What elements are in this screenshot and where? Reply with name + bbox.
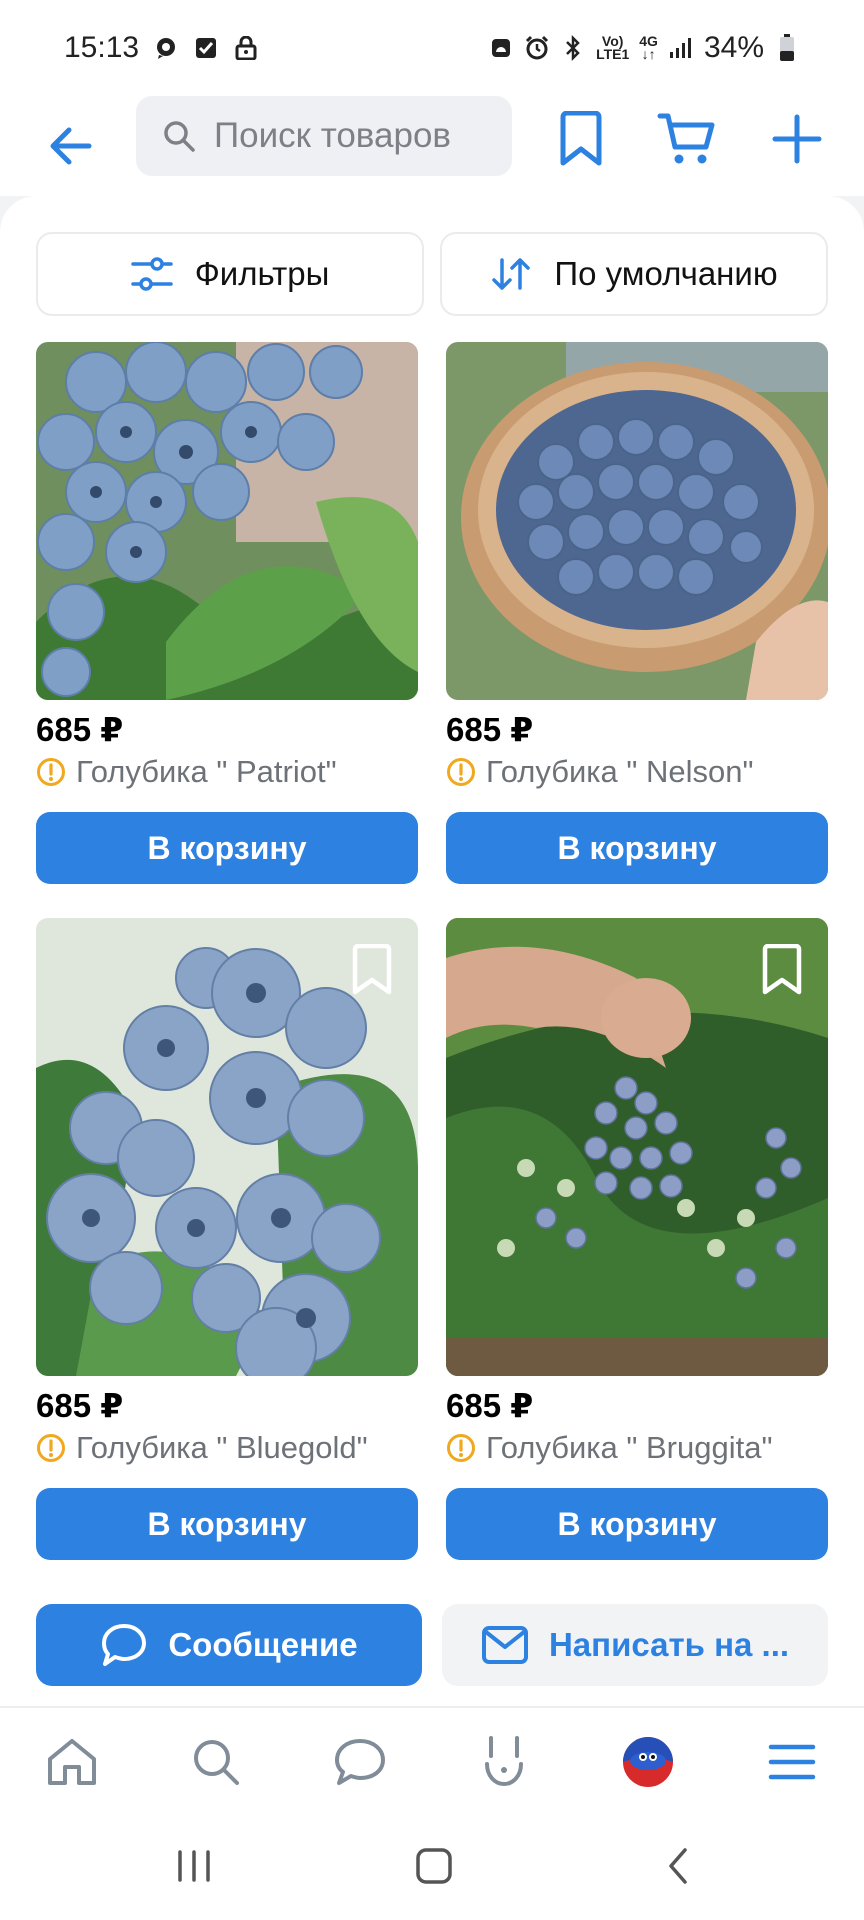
chat-notification-icon xyxy=(153,35,179,61)
bookmark-icon xyxy=(560,111,602,166)
clips-icon xyxy=(485,1736,523,1787)
volte-indicator: Vo) LTE1 xyxy=(596,34,630,62)
alarm-icon xyxy=(524,35,550,61)
product-name: Голубика " Bruggita" xyxy=(486,1430,773,1465)
lock-notification-icon xyxy=(233,35,259,61)
add-to-cart-button[interactable]: В корзину xyxy=(36,812,418,884)
signal-icon xyxy=(668,35,694,61)
product-price: 685 ₽ xyxy=(36,711,124,748)
add-to-cart-button[interactable]: В корзину xyxy=(36,1488,418,1560)
tab-profile[interactable] xyxy=(618,1732,678,1792)
sort-arrows-icon xyxy=(492,258,531,290)
product-price: 685 ₽ xyxy=(446,1387,534,1424)
warning-icon xyxy=(37,758,65,786)
message-button[interactable]: Сообщение xyxy=(36,1604,422,1686)
back-arrow-icon xyxy=(50,127,92,165)
search-input[interactable]: Поиск товаров xyxy=(136,96,512,176)
checkbox-notification-icon xyxy=(193,35,219,61)
cart-button[interactable] xyxy=(654,106,720,172)
product-image[interactable] xyxy=(36,342,418,700)
home-button[interactable] xyxy=(404,1836,464,1896)
android-notification-icon xyxy=(488,35,514,61)
bottom-tab-bar xyxy=(0,1706,864,1814)
product-card[interactable]: 685 ₽ Голубика " Bruggita" В корзину xyxy=(446,918,828,1560)
product-image[interactable] xyxy=(36,918,418,1376)
filter-sliders-icon xyxy=(130,257,173,291)
chevron-left-icon xyxy=(669,1848,687,1884)
bluetooth-icon xyxy=(560,35,586,61)
product-card[interactable]: 685 ₽ Голубика " Nelson" В корзину xyxy=(446,342,828,884)
chat-bubble-icon xyxy=(102,1624,147,1666)
system-back-button[interactable] xyxy=(648,1836,708,1896)
menu-icon xyxy=(768,1744,816,1780)
avatar xyxy=(623,1737,673,1787)
product-name-row[interactable]: Голубика " Bluegold" xyxy=(36,1428,418,1468)
volte-bottom: LTE1 xyxy=(596,46,630,62)
tab-messenger[interactable] xyxy=(330,1732,390,1792)
cart-icon xyxy=(657,113,715,164)
network-type: 4G ↓↑ xyxy=(639,33,658,62)
add-button[interactable] xyxy=(764,106,830,172)
system-navigation-bar xyxy=(0,1814,864,1920)
add-to-cart-button[interactable]: В корзину xyxy=(446,812,828,884)
add-to-cart-button[interactable]: В корзину xyxy=(446,1488,828,1560)
product-card[interactable]: 685 ₽ Голубика " Bluegold" В корзину xyxy=(36,918,418,1560)
battery-percent: 34% xyxy=(703,31,764,64)
bookmark-icon[interactable] xyxy=(760,944,804,996)
warning-icon xyxy=(37,1434,65,1462)
search-icon xyxy=(164,121,195,152)
mail-icon xyxy=(481,1626,528,1664)
product-name-row[interactable]: Голубика " Bruggita" xyxy=(446,1428,828,1468)
product-name: Голубика " Patriot" xyxy=(76,754,337,789)
product-name-row[interactable]: Голубика " Patriot" xyxy=(36,752,418,792)
top-toolbar: Поиск товаров xyxy=(0,96,864,198)
network-type-label: 4G xyxy=(639,33,658,49)
search-icon xyxy=(194,1740,239,1785)
tab-search[interactable] xyxy=(186,1732,246,1792)
home-square-icon xyxy=(416,1848,452,1884)
battery-icon xyxy=(774,34,800,61)
product-image[interactable] xyxy=(446,342,828,700)
bookmarks-button[interactable] xyxy=(548,106,614,172)
product-price: 685 ₽ xyxy=(36,1387,124,1424)
warning-icon xyxy=(447,1434,475,1462)
bookmark-icon[interactable] xyxy=(350,944,394,996)
status-bar: 15:13 Vo) LTE1 4G ↓↑ 34% xyxy=(0,0,864,96)
product-name: Голубика " Bluegold" xyxy=(76,1430,368,1465)
status-time: 15:13 xyxy=(64,31,140,64)
message-label: Сообщение xyxy=(168,1626,358,1663)
filters-label: Фильтры xyxy=(194,255,330,292)
back-button[interactable] xyxy=(40,116,100,176)
recent-apps-icon xyxy=(178,1850,210,1882)
product-image[interactable] xyxy=(446,918,828,1376)
search-placeholder: Поиск товаров xyxy=(214,116,452,155)
sort-label: По умолчанию xyxy=(554,255,778,292)
tab-clips[interactable] xyxy=(474,1732,534,1792)
plus-icon xyxy=(772,114,822,164)
email-button[interactable]: Написать на ... xyxy=(442,1604,828,1686)
product-card[interactable]: 685 ₽ Голубика " Patriot" В корзину xyxy=(36,342,418,884)
product-price: 685 ₽ xyxy=(446,711,534,748)
filters-button[interactable]: Фильтры xyxy=(36,232,424,316)
tab-menu[interactable] xyxy=(762,1732,822,1792)
tab-home[interactable] xyxy=(42,1732,102,1792)
product-name-row[interactable]: Голубика " Nelson" xyxy=(446,752,828,792)
messenger-icon xyxy=(335,1739,385,1785)
warning-icon xyxy=(447,758,475,786)
email-label: Написать на ... xyxy=(548,1626,790,1663)
home-icon xyxy=(48,1739,96,1785)
sort-button[interactable]: По умолчанию xyxy=(440,232,828,316)
recent-apps-button[interactable] xyxy=(164,1836,224,1896)
product-name: Голубика " Nelson" xyxy=(486,754,754,789)
